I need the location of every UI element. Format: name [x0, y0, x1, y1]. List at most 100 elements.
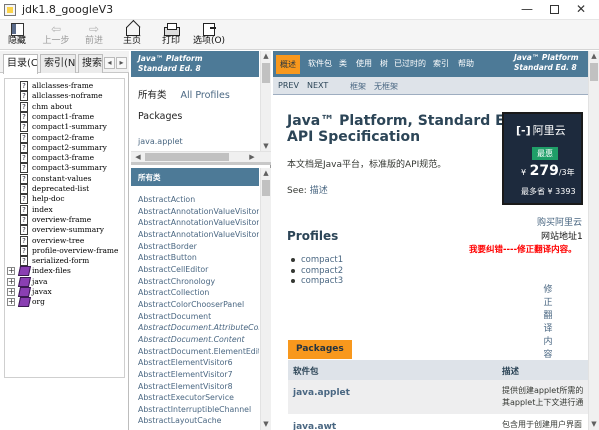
scroll-thumb[interactable] — [590, 63, 598, 81]
ad-badge: 最惠 — [532, 147, 558, 160]
aliyun-logo-text: 阿里云 — [532, 124, 566, 137]
back-button[interactable]: ⇦ 上一步 — [36, 21, 76, 49]
tree-item-label: compact2-frame — [32, 132, 95, 142]
buy-aliyun-link[interactable]: 购买阿里云 — [537, 215, 582, 228]
tab-index[interactable]: 索引(N) — [40, 54, 76, 73]
no-frames-link[interactable]: 无框架 — [374, 81, 398, 92]
profile-link[interactable]: compact2 — [290, 266, 343, 277]
nav-use[interactable]: 使用 — [356, 51, 372, 77]
scroll-thumb[interactable] — [262, 180, 270, 196]
nav-brand-line2: Standard Ed. 8 — [514, 63, 577, 72]
expand-icon[interactable]: + — [7, 277, 15, 286]
content-vertical-scrollbar[interactable]: ▲ ▼ — [588, 51, 599, 430]
class-link[interactable]: AbstractCellEditor — [138, 264, 259, 276]
class-link[interactable]: AbstractElementVisitor7 — [138, 369, 259, 381]
class-link[interactable]: AbstractDocument.ElementEdit — [138, 346, 259, 358]
report-error-link[interactable]: 我要纠错----修正翻译内容。 — [469, 243, 577, 255]
expand-icon[interactable]: + — [7, 267, 15, 276]
class-link[interactable]: AbstractCollection — [138, 287, 259, 299]
class-link[interactable]: AbstractElementVisitor6 — [138, 357, 259, 369]
class-link[interactable]: AbstractLayoutCache — [138, 415, 259, 426]
frames-link[interactable]: 框架 — [350, 81, 366, 92]
overview-horizontal-scrollbar[interactable]: ◀ ▶ — [131, 151, 271, 162]
tree-item-label: compact1-frame — [32, 111, 95, 121]
class-list: AbstractAction AbstractAnnotationValueVis… — [138, 194, 259, 426]
home-button[interactable]: 主页 — [112, 21, 152, 49]
tab-scroll-right-button[interactable]: ▸ — [116, 57, 127, 69]
nav-deprecated[interactable]: 已过时的 — [394, 51, 426, 77]
print-label: 打印 — [161, 36, 180, 46]
class-link[interactable]: AbstractAnnotationValueVisitor7 — [138, 217, 259, 229]
package-name-link[interactable]: java.awt — [293, 422, 336, 430]
class-link[interactable]: AbstractElementVisitor8 — [138, 381, 259, 393]
book-icon — [17, 276, 32, 287]
next-link[interactable]: NEXT — [307, 81, 328, 90]
class-link[interactable]: AbstractBorder — [138, 241, 259, 253]
hide-button[interactable]: 隐藏 — [0, 21, 37, 49]
profile-link[interactable]: compact1 — [290, 255, 343, 266]
profile-link[interactable]: compact3 — [290, 276, 343, 287]
tab-contents[interactable]: 目录(C) — [3, 54, 38, 74]
minimize-button[interactable]: — — [512, 0, 542, 20]
help-page-icon: ? — [20, 256, 28, 267]
class-link[interactable]: AbstractExecutorService — [138, 392, 259, 404]
scroll-thumb[interactable] — [145, 153, 229, 161]
overview-frame: Java™ Platform Standard Ed. 8 所有类 All Pro… — [131, 51, 271, 165]
nav-brand-line1: Java™ Platform — [514, 53, 579, 62]
all-classes-link[interactable]: 所有类 — [138, 90, 167, 101]
aliyun-ad-banner[interactable]: [-] 阿里云 最惠 ¥ 279/3年 最多省 ¥ 3393 — [502, 112, 583, 205]
page-title-line1: Java™ Platform, Standard Ed — [287, 113, 515, 129]
overview-links: 所有类 All Profiles — [138, 87, 230, 101]
fix-translation-link[interactable]: 修正翻译内容 — [543, 284, 553, 362]
all-profiles-link[interactable]: All Profiles — [181, 90, 230, 101]
scroll-thumb[interactable] — [262, 63, 270, 83]
nav-overview[interactable]: 概述 — [276, 55, 300, 74]
packages-tab[interactable]: Packages — [288, 340, 352, 359]
help-page-icon: ? — [20, 101, 28, 112]
classes-vertical-scrollbar[interactable]: ▲ ▼ — [260, 168, 271, 430]
forward-label: 前进 — [84, 36, 103, 46]
class-link[interactable]: AbstractButton — [138, 252, 259, 264]
class-link[interactable]: AbstractAnnotationValueVisitor6 — [138, 206, 259, 218]
class-link[interactable]: AbstractDocument — [138, 311, 259, 323]
help-page-icon: ? — [20, 91, 28, 102]
print-button[interactable]: 打印 — [151, 21, 191, 49]
nav-package[interactable]: 软件包 — [308, 51, 332, 77]
maximize-button[interactable] — [539, 0, 569, 20]
class-link[interactable]: AbstractDocument.Content — [138, 334, 259, 346]
class-link[interactable]: AbstractAnnotationValueVisitor8 — [138, 229, 259, 241]
tree-folder-label: index-files — [32, 266, 71, 276]
class-link[interactable]: AbstractColorChooserPanel — [138, 299, 259, 311]
tree-item-label: overview-summary — [32, 225, 105, 235]
class-link[interactable]: AbstractChronology — [138, 276, 259, 288]
expand-icon[interactable]: + — [7, 298, 15, 307]
overview-vertical-scrollbar[interactable]: ▲ ▼ — [260, 51, 271, 152]
close-button[interactable]: ✕ — [566, 0, 596, 20]
scroll-left-icon: ◀ — [135, 153, 141, 161]
help-page-icon: ? — [20, 235, 28, 246]
options-icon — [199, 22, 219, 36]
class-link[interactable]: AbstractAction — [138, 194, 259, 206]
packages-heading: Packages — [138, 111, 183, 122]
nav-class[interactable]: 类 — [339, 51, 347, 77]
back-arrow-icon: ⇦ — [50, 22, 62, 36]
class-link[interactable]: AbstractDocument.AttributeContext — [138, 322, 259, 334]
tab-scroll-left-button[interactable]: ◂ — [104, 57, 115, 69]
overview-header: Java™ Platform Standard Ed. 8 — [131, 51, 259, 77]
nav-help[interactable]: 帮助 — [458, 51, 474, 77]
options-button[interactable]: 选项(O) — [189, 21, 229, 49]
tab-search[interactable]: 搜索 — [78, 54, 103, 73]
package-name-link[interactable]: java.applet — [293, 388, 350, 398]
book-icon — [17, 287, 32, 297]
toolbar: 隐藏 ⇦ 上一步 ⇨ 前进 主页 打印 选项(O) — [0, 20, 599, 50]
see-description-link[interactable]: 描述 — [310, 186, 328, 196]
maximize-icon — [549, 5, 559, 14]
nav-index[interactable]: 索引 — [433, 51, 449, 77]
nav-tree[interactable]: 树 — [380, 51, 388, 77]
forward-button[interactable]: ⇨ 前进 — [74, 21, 114, 49]
expand-icon[interactable]: + — [7, 288, 15, 296]
prev-link[interactable]: PREV — [278, 81, 299, 90]
package-link[interactable]: java.applet — [138, 137, 183, 146]
options-label: 选项(O) — [192, 36, 226, 46]
class-link[interactable]: AbstractInterruptibleChannel — [138, 404, 259, 416]
